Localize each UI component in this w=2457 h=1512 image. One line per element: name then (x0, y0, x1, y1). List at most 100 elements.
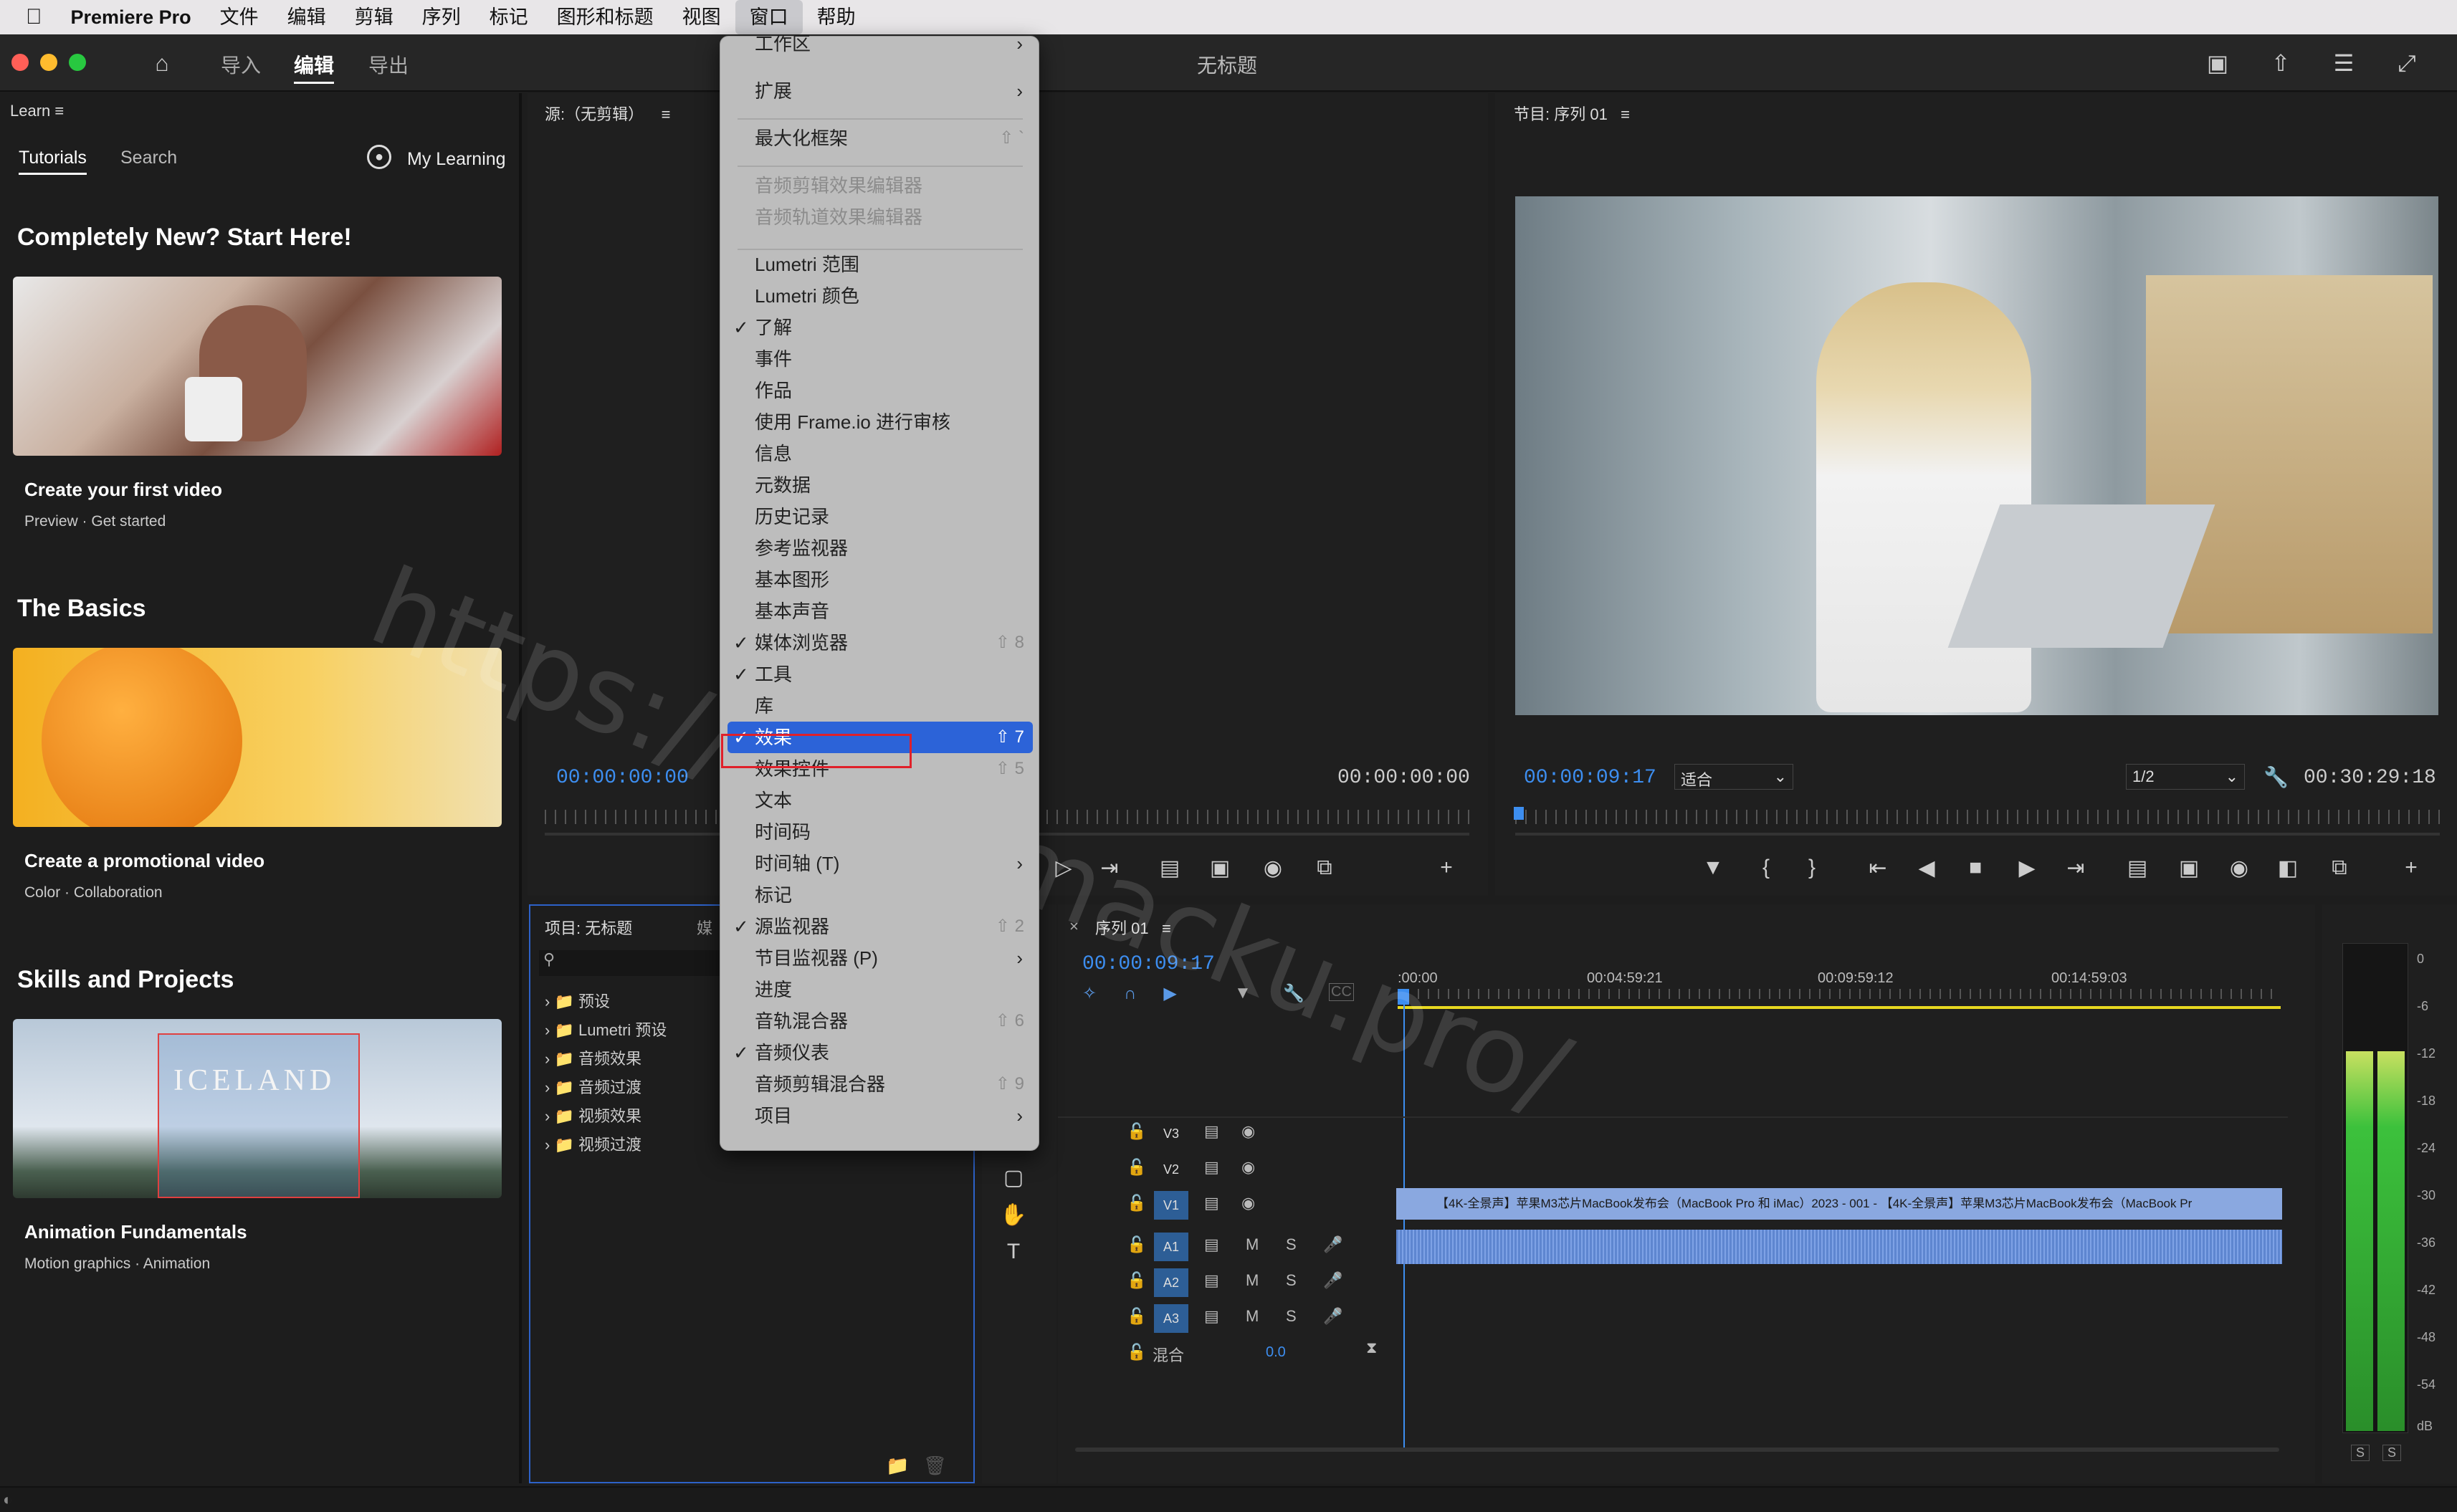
extract-icon[interactable]: ▣ (2175, 856, 2203, 881)
tab-tutorials[interactable]: Tutorials (19, 148, 87, 175)
rectangle-tool-icon[interactable]: ▢ (999, 1165, 1028, 1190)
solo-button[interactable]: S (1286, 1307, 1297, 1326)
button-editor-icon[interactable]: ⧉ (2325, 856, 2354, 880)
step-back-icon[interactable]: ◀ (1912, 856, 1941, 881)
eye-icon[interactable]: ◉ (1241, 1194, 1255, 1212)
zoom-window-button[interactable] (69, 54, 86, 71)
menu-item[interactable]: ✓ 源监视器 ⇧ 2 (720, 911, 1040, 942)
fullscreen-icon[interactable]: ⤢ (2392, 49, 2421, 77)
folder-item[interactable]: › 📁 视频效果 (545, 1104, 641, 1126)
menu-item[interactable]: ✓ 工具 (720, 659, 1040, 690)
menu-item[interactable]: 文本 (720, 785, 1040, 816)
panel-menu-icon[interactable]: ≡ (1621, 105, 1630, 123)
lock-icon[interactable]: 🔓 (1127, 1194, 1146, 1212)
resolution-select[interactable]: 1/2 ⌄ (2126, 764, 2245, 790)
tab-export[interactable]: 导出 (368, 50, 409, 79)
menu-item[interactable]: 基本图形 (720, 564, 1040, 595)
menu-item[interactable]: 作品 (720, 375, 1040, 406)
card-title[interactable]: Animation Fundamentals (24, 1221, 247, 1243)
my-learning-link[interactable]: My Learning (407, 149, 506, 170)
lock-icon[interactable]: 🔓 (1127, 1307, 1146, 1326)
lock-icon[interactable]: 🔓 (1127, 1158, 1146, 1177)
export-frame-icon[interactable]: ◉ (1259, 856, 1287, 881)
menu-item[interactable]: ✓ 效果 ⇧ 7 (727, 722, 1033, 753)
quick-export-icon[interactable]: ▣ (2203, 49, 2232, 77)
panel-menu-icon[interactable]: ≡ (54, 102, 64, 120)
sync-lock-icon[interactable]: ▤ (1204, 1271, 1219, 1290)
minimize-window-button[interactable] (40, 54, 57, 71)
folder-item[interactable]: › 📁 音频过渡 (545, 1075, 641, 1098)
step-forward-icon[interactable]: ▶ (2013, 856, 2041, 881)
menu-item[interactable]: 使用 Frame.io 进行审核 (720, 406, 1040, 438)
menu-item[interactable]: ✓ 媒体浏览器 ⇧ 8 (720, 627, 1040, 659)
transition-icon[interactable]: ⧗ (1366, 1339, 1377, 1357)
workspaces-icon[interactable]: ☰ (2329, 49, 2358, 77)
menu-item[interactable]: 工作区 › (720, 28, 1040, 59)
tab-media-browser[interactable]: 媒 (697, 916, 712, 939)
panel-menu-icon[interactable]: ≡ (662, 105, 671, 123)
menu-item[interactable]: 音轨混合器 ⇧ 6 (720, 1005, 1040, 1037)
track-label-a1[interactable]: A1 (1154, 1233, 1188, 1261)
audio-clip[interactable] (1396, 1230, 2282, 1264)
menu-item[interactable]: ✓ 音频仪表 (720, 1037, 1040, 1068)
add-button-icon[interactable]: + (2397, 856, 2425, 880)
menu-item[interactable]: 节目监视器 (P) › (720, 942, 1040, 974)
eye-icon[interactable]: ◉ (1241, 1158, 1255, 1177)
sync-lock-icon[interactable]: ▤ (1204, 1122, 1219, 1141)
program-video-frame[interactable] (1515, 196, 2438, 715)
menu-item[interactable]: 效果控件 ⇧ 5 (720, 753, 1040, 785)
track-label-a2[interactable]: A2 (1154, 1268, 1188, 1297)
mic-icon[interactable]: 🎤 (1323, 1271, 1342, 1290)
menu-item[interactable]: Lumetri 颜色 (720, 280, 1040, 312)
menu-item[interactable]: 历史记录 (720, 501, 1040, 532)
menu-item[interactable]: 基本声音 (720, 595, 1040, 627)
menu-item[interactable]: 参考监视器 (720, 532, 1040, 564)
timeline-ruler[interactable] (1398, 989, 2281, 999)
menu-graphics[interactable]: 图形和标题 (543, 0, 668, 34)
folder-item[interactable]: › 📁 视频过渡 (545, 1132, 641, 1155)
tutorial-thumbnail-animation[interactable]: ICELAND (13, 1019, 502, 1198)
menu-item[interactable]: 事件 (720, 343, 1040, 375)
marker-icon[interactable]: ▼ (1699, 856, 1727, 880)
lock-icon[interactable]: 🔓 (1127, 1122, 1146, 1141)
timeline-scrollbar[interactable] (1075, 1448, 2279, 1452)
menu-item[interactable]: 时间轴 (T) › (720, 848, 1040, 879)
apple-icon[interactable]:  (0, 0, 57, 34)
track-label-v1[interactable]: V1 (1154, 1191, 1188, 1220)
lock-icon[interactable]: 🔓 (1127, 1271, 1146, 1290)
comparison-view-icon[interactable]: ◧ (2274, 856, 2302, 881)
mark-in-icon[interactable]: { (1752, 856, 1780, 880)
mix-volume[interactable]: 0.0 (1266, 1344, 1286, 1361)
new-bin-icon[interactable]: 📁 (886, 1455, 909, 1477)
program-scrollbar[interactable] (1515, 833, 2440, 836)
menu-item[interactable]: 最大化框架 ⇧ ` (720, 123, 1040, 154)
video-clip[interactable]: 【4K-全景声】苹果M3芯片MacBook发布会（MacBook Pro 和 i… (1396, 1188, 2282, 1220)
stop-icon[interactable]: ■ (1961, 856, 1990, 880)
menu-item[interactable]: 音频剪辑混合器 ⇧ 9 (720, 1068, 1040, 1100)
app-name[interactable]: Premiere Pro (57, 0, 206, 34)
hand-tool-icon[interactable]: ✋ (999, 1202, 1028, 1228)
menu-item[interactable]: 元数据 (720, 469, 1040, 501)
lock-icon[interactable]: 🔓 (1127, 1343, 1146, 1362)
program-timecode[interactable]: 00:00:09:17 (1524, 767, 1656, 789)
menu-markers[interactable]: 标记 (475, 0, 543, 34)
tab-edit[interactable]: 编辑 (294, 50, 335, 84)
tab-search[interactable]: Search (120, 148, 177, 168)
lock-icon[interactable]: 🔓 (1127, 1235, 1146, 1254)
menu-file[interactable]: 文件 (206, 0, 273, 34)
home-icon[interactable]: ⌂ (148, 49, 176, 77)
go-to-in-icon[interactable]: ⇤ (1864, 856, 1892, 881)
export-frame-icon[interactable]: ◉ (2225, 856, 2253, 881)
menu-item[interactable]: 时间码 (720, 816, 1040, 848)
menu-item[interactable]: ✓ 了解 (720, 312, 1040, 343)
menu-item[interactable]: 信息 (720, 438, 1040, 469)
tab-import[interactable]: 导入 (221, 50, 261, 79)
lift-icon[interactable]: ▤ (2123, 856, 2152, 881)
mic-icon[interactable]: 🎤 (1323, 1307, 1342, 1326)
share-icon[interactable]: ⇧ (2266, 49, 2295, 77)
menu-sequence[interactable]: 序列 (408, 0, 475, 34)
project-header[interactable]: 项目: 无标题 (545, 916, 632, 939)
sync-lock-icon[interactable]: ▤ (1204, 1235, 1219, 1254)
program-playhead[interactable] (1514, 807, 1524, 820)
folder-item[interactable]: › 📁 预设 (545, 989, 610, 1012)
